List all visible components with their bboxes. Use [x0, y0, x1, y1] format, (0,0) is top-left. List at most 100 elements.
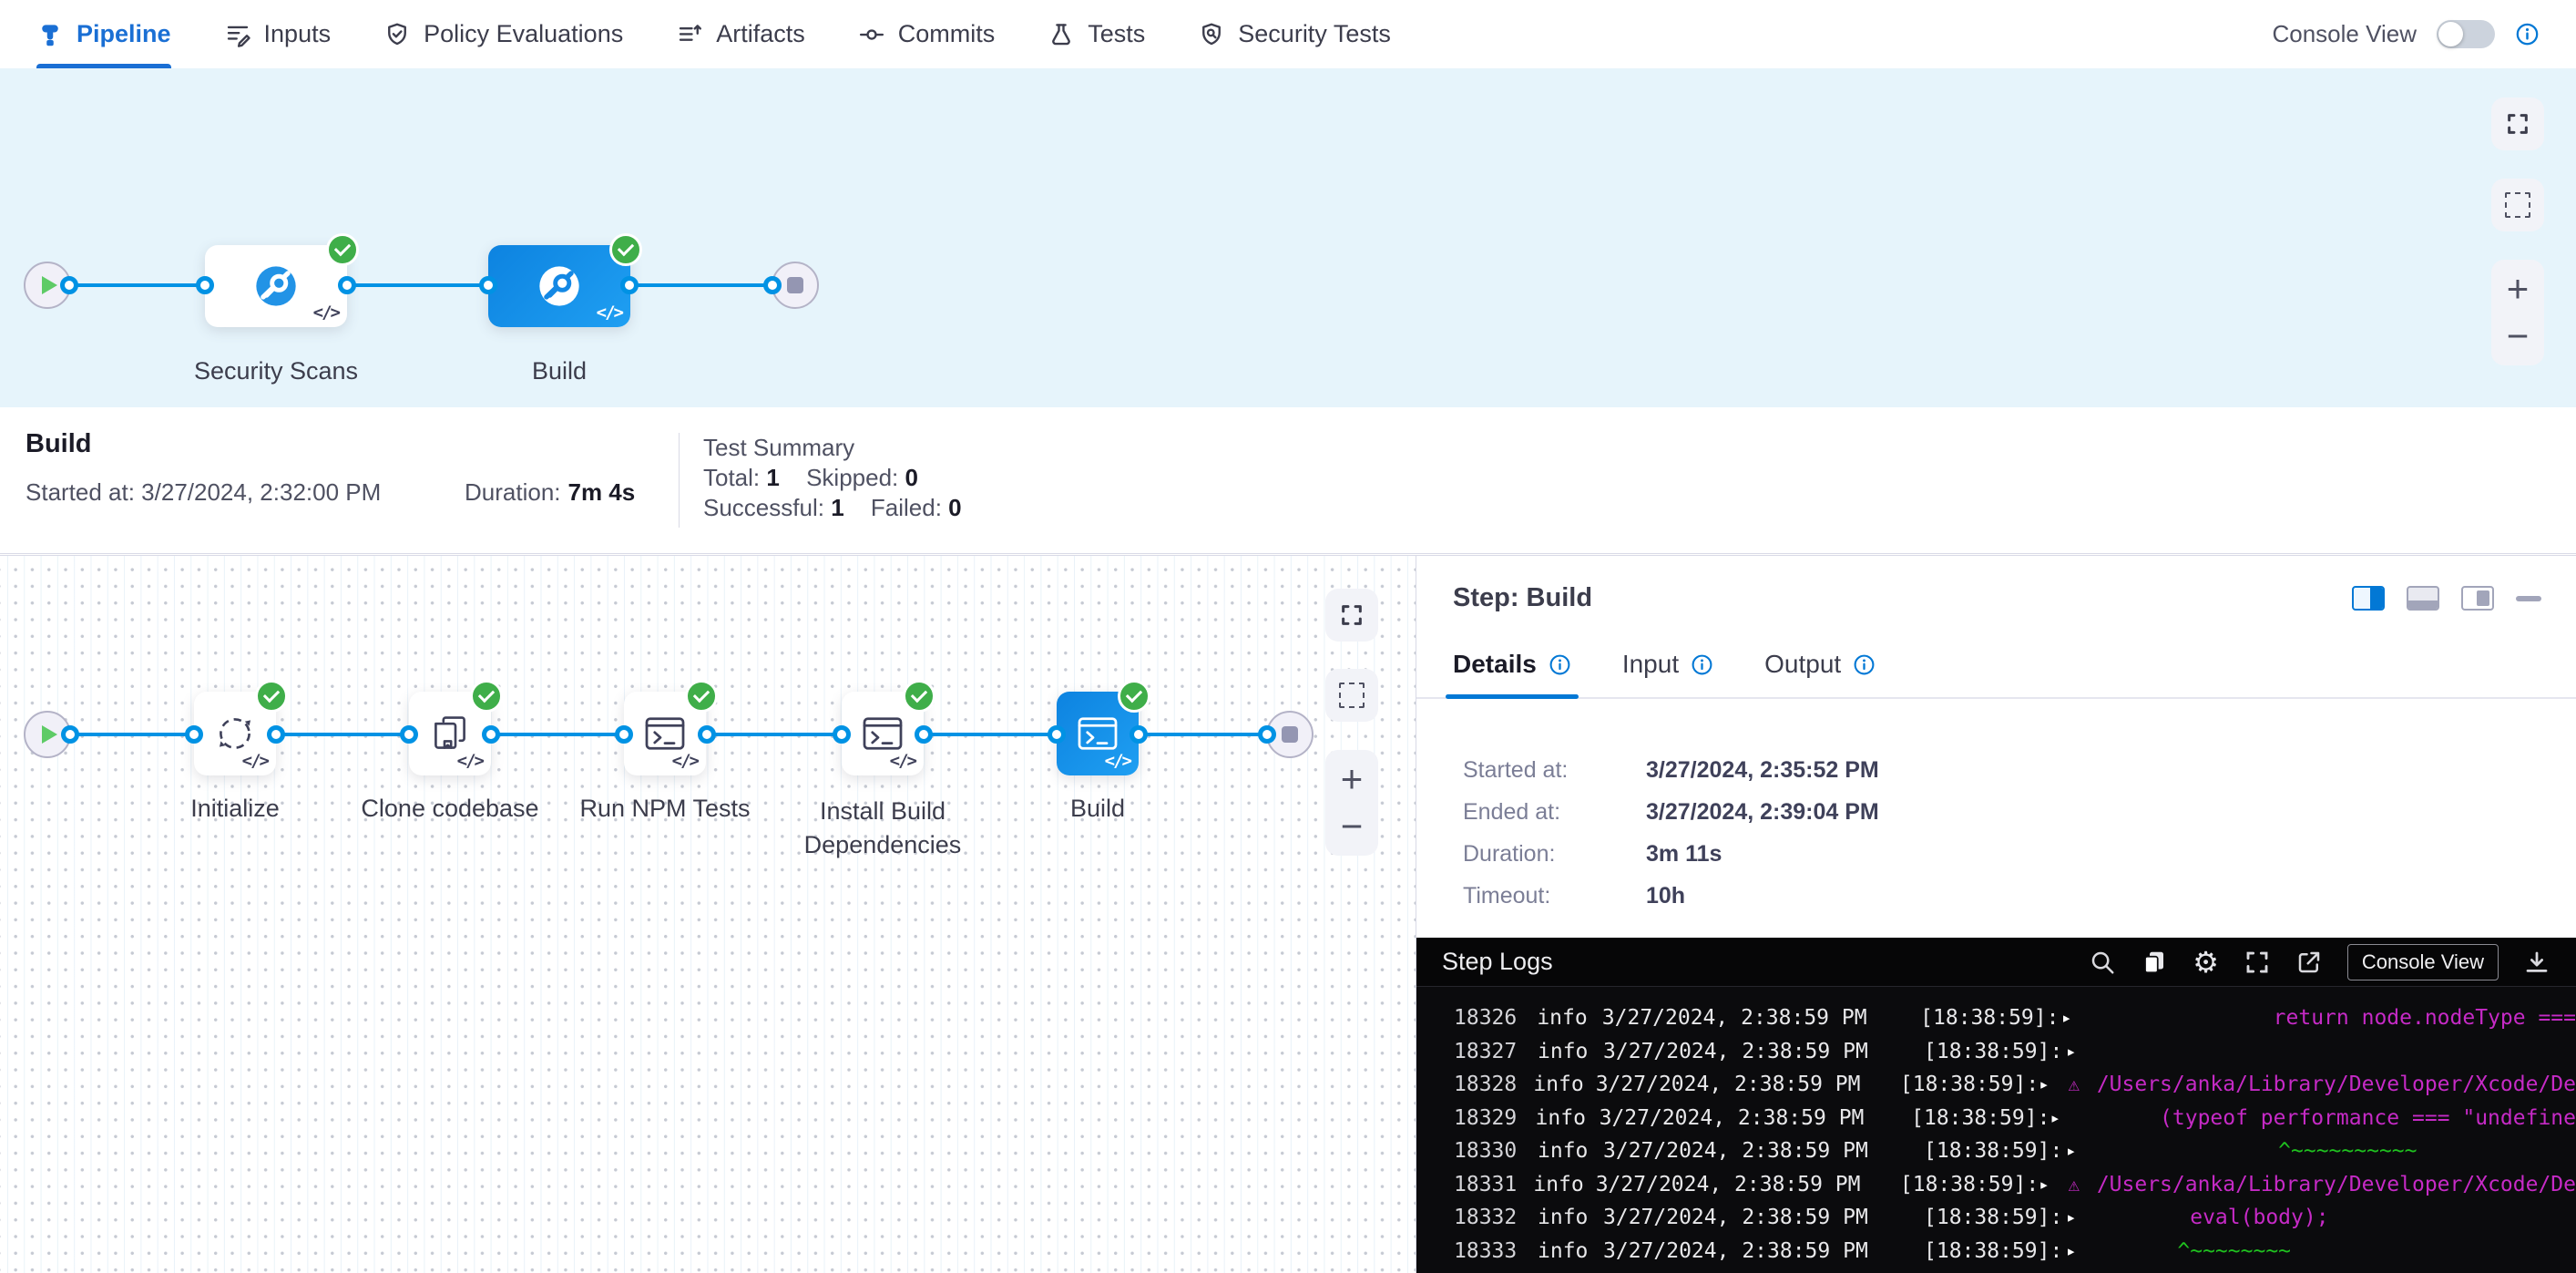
tab-input[interactable]: Input: [1622, 650, 1713, 697]
minimize-icon[interactable]: [2516, 596, 2541, 601]
tab-label: Commits: [898, 20, 996, 48]
bottom-view-icon[interactable]: [2407, 586, 2439, 611]
info-icon[interactable]: [2515, 22, 2540, 46]
step-label: Build: [1070, 795, 1125, 823]
open-in-new-icon[interactable]: [2295, 949, 2323, 976]
log-level: info: [1538, 1235, 1603, 1268]
log-prefix: [18:38:59]:: [1924, 1201, 2066, 1235]
log-line-number: 18326: [1454, 1001, 1537, 1035]
download-icon[interactable]: [2523, 949, 2550, 976]
toggle-knob: [2438, 22, 2463, 46]
drawer-view-icon[interactable]: [2461, 586, 2494, 611]
log-timestamp: 3/27/2024, 2:38:59 PM: [1603, 1201, 1924, 1235]
fullscreen-button[interactable]: [2491, 98, 2544, 150]
log-prefix: [18:38:59]:: [1924, 1235, 2066, 1268]
tab-pipeline[interactable]: Pipeline: [36, 0, 171, 68]
marquee-select-button[interactable]: [1325, 669, 1378, 722]
tab-inputs[interactable]: Inputs: [224, 0, 332, 68]
marquee-icon: [1339, 683, 1365, 708]
tab-tests[interactable]: Tests: [1048, 0, 1145, 68]
zoom-in-button[interactable]: +: [2507, 270, 2530, 308]
step-logs-header: Step Logs ⚙ Console View: [1416, 938, 2576, 987]
play-icon: [42, 725, 57, 744]
split-view-icon[interactable]: [2352, 586, 2385, 611]
detail-row: Duration: 3m 11s: [1463, 841, 2576, 867]
tab-details[interactable]: Details: [1453, 650, 1571, 697]
success-check-badge: [1118, 680, 1150, 713]
terminal-icon: [860, 711, 905, 756]
settings-gear-icon[interactable]: ⚙: [2193, 948, 2219, 977]
step-card-clone-codebase[interactable]: </>: [409, 692, 491, 775]
tab-output[interactable]: Output: [1764, 650, 1876, 697]
log-line-number: 18328: [1454, 1068, 1533, 1102]
console-view-toggle[interactable]: [2437, 20, 2495, 48]
tab-artifacts[interactable]: Artifacts: [676, 0, 805, 68]
success-check-badge: [903, 680, 935, 713]
stage-card-security-scans[interactable]: </>: [205, 245, 347, 327]
log-prefix: [18:38:59]:: [1920, 1001, 2061, 1035]
log-message: return node.nodeType ===: [2122, 1001, 2576, 1035]
info-icon[interactable]: [1549, 653, 1571, 676]
success-check-badge: [470, 680, 503, 713]
log-expand-caret[interactable]: ▸: [2039, 1168, 2068, 1202]
log-timestamp: 3/27/2024, 2:38:59 PM: [1596, 1068, 1900, 1102]
log-prefix: [18:38:59]:: [1900, 1068, 2039, 1102]
step-card-initialize[interactable]: </>: [194, 692, 276, 775]
step-label: Initialize: [190, 795, 280, 823]
stop-icon: [787, 277, 803, 293]
code-badge: </>: [313, 303, 339, 323]
code-badge: </>: [672, 751, 698, 771]
detail-row: Timeout: 10h: [1463, 883, 2576, 909]
total-label: Total:: [703, 464, 760, 491]
terminal-icon: [1075, 711, 1120, 756]
connector-ring: [267, 725, 285, 744]
step-card-run-npm-tests[interactable]: </>: [624, 692, 706, 775]
marquee-select-button[interactable]: [2491, 179, 2544, 231]
step-card-install-build-dependencies[interactable]: </>: [842, 692, 924, 775]
zoom-controls: + −: [1325, 750, 1378, 856]
info-icon[interactable]: [1853, 653, 1876, 676]
tab-security-tests[interactable]: Security Tests: [1198, 0, 1391, 68]
fullscreen-button[interactable]: [1325, 589, 1378, 642]
stage-label: Build: [532, 357, 587, 385]
log-expand-caret[interactable]: ▸: [2039, 1068, 2068, 1102]
top-nav: Pipeline Inputs Policy Evaluations Artif…: [0, 0, 2576, 68]
scan-stage-icon: [536, 262, 583, 310]
step-card-build[interactable]: </>: [1057, 692, 1139, 775]
info-icon[interactable]: [1691, 653, 1713, 676]
connector-ring: [833, 725, 851, 744]
log-expand-caret[interactable]: ▸: [2061, 1001, 2092, 1035]
connector-ring: [400, 725, 418, 744]
tab-label: Input: [1622, 650, 1679, 679]
summary-divider: [679, 433, 680, 528]
log-expand-caret[interactable]: ▸: [2066, 1035, 2097, 1069]
detail-row: Started at: 3/27/2024, 2:35:52 PM: [1463, 757, 2576, 784]
step-logs-tools: ⚙ Console View: [2089, 944, 2550, 980]
stage-card-build[interactable]: </>: [488, 245, 630, 327]
log-message: /Users/anka/Library/Developer/Xcode/De: [2097, 1068, 2576, 1102]
copy-icon[interactable]: [2141, 949, 2168, 976]
zoom-out-button[interactable]: −: [1341, 807, 1364, 846]
log-timestamp: 3/27/2024, 2:38:59 PM: [1602, 1001, 1920, 1035]
log-expand-caret[interactable]: ▸: [2066, 1235, 2097, 1268]
fullscreen-icon: [2505, 111, 2530, 137]
fullscreen-icon[interactable]: [2244, 949, 2271, 976]
tab-policy-evaluations[interactable]: Policy Evaluations: [383, 0, 623, 68]
zoom-out-button[interactable]: −: [2507, 317, 2530, 355]
log-line: 18333info3/27/2024, 2:38:59 PM[18:38:59]…: [1454, 1235, 2576, 1268]
log-line-number: 18332: [1454, 1201, 1538, 1235]
connector-ring: [482, 725, 500, 744]
zoom-in-button[interactable]: +: [1341, 760, 1364, 798]
search-icon[interactable]: [2089, 949, 2116, 976]
log-expand-caret[interactable]: ▸: [2066, 1201, 2097, 1235]
log-level: info: [1538, 1201, 1603, 1235]
skipped-label: Skipped:: [806, 464, 898, 491]
log-expand-caret[interactable]: ▸: [2050, 1102, 2080, 1135]
step-label: Install Build Dependencies: [787, 795, 978, 862]
tab-commits[interactable]: Commits: [858, 0, 996, 68]
connector-ring: [620, 276, 639, 294]
log-expand-caret[interactable]: ▸: [2066, 1134, 2097, 1168]
terminal-icon: [642, 711, 688, 756]
console-view-button[interactable]: Console View: [2347, 944, 2499, 980]
nav-tabs: Pipeline Inputs Policy Evaluations Artif…: [36, 0, 1391, 68]
